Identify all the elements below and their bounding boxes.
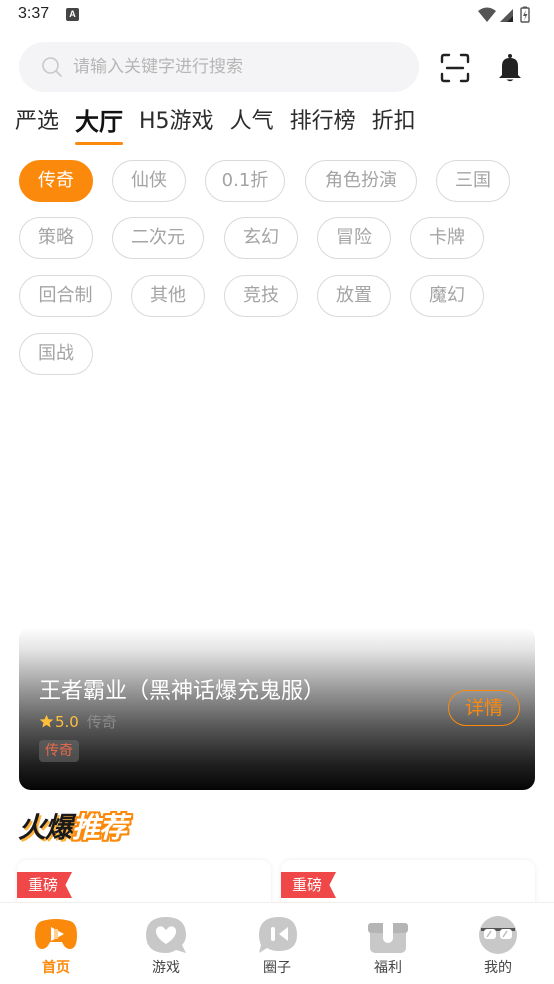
detail-button[interactable]: 详情: [448, 690, 520, 726]
featured-badge: 重磅: [17, 872, 73, 898]
category-chip[interactable]: 传奇: [19, 160, 93, 202]
tab-ranking[interactable]: 排行榜: [290, 106, 356, 142]
nav-mine[interactable]: 我的: [458, 903, 538, 984]
notification-a-icon: A: [66, 8, 79, 21]
category-chip[interactable]: 仙侠: [112, 160, 186, 202]
nav-welfare[interactable]: 福利: [348, 903, 428, 984]
featured-game-banner[interactable]: 王者霸业（黑神话爆充鬼服） 5.0 传奇 传奇 详情: [19, 627, 535, 790]
featured-category: 传奇: [86, 713, 117, 731]
top-tabs: 严选 大厅 H5游戏 人气 排行榜 折扣: [15, 106, 432, 146]
signal-icon: [500, 9, 513, 22]
star-icon: [39, 714, 54, 728]
hot-title-part2: 推荐: [72, 811, 127, 844]
wifi-icon: [478, 7, 496, 22]
nav-label: 游戏: [152, 960, 180, 976]
category-chip[interactable]: 角色扮演: [305, 160, 417, 202]
tab-yanxuan[interactable]: 严选: [15, 106, 59, 142]
search-box[interactable]: [19, 42, 419, 92]
nav-label: 圈子: [263, 960, 291, 976]
category-chip[interactable]: 魔幻: [410, 275, 484, 317]
search-input[interactable]: [73, 42, 403, 92]
nav-label: 福利: [374, 960, 402, 976]
category-chip[interactable]: 冒险: [317, 217, 391, 259]
category-chip[interactable]: 策略: [19, 217, 93, 259]
bell-icon[interactable]: [496, 53, 524, 83]
status-indicators: [478, 6, 530, 23]
status-bar: 3:37 A: [0, 0, 554, 30]
hot-title-part1: 火爆: [18, 811, 73, 844]
rating-value: 5.0: [55, 712, 79, 731]
search-icon: [42, 57, 62, 77]
tab-h5-games[interactable]: H5游戏: [139, 106, 214, 142]
category-chip[interactable]: 卡牌: [410, 217, 484, 259]
bottom-nav: 首页 游戏 圈子 福利 我的: [0, 902, 554, 984]
category-chip[interactable]: 0.1折: [205, 160, 285, 202]
hot-recommend-title: 火爆推荐: [18, 806, 127, 846]
featured-tag: 传奇: [39, 740, 79, 762]
category-chip[interactable]: 回合制: [19, 275, 112, 317]
heart-bubble-icon: [146, 917, 186, 953]
nav-home[interactable]: 首页: [16, 903, 96, 984]
status-time: 3:37: [18, 5, 50, 22]
tab-dating[interactable]: 大厅: [75, 106, 124, 145]
gamepad-icon: [35, 919, 77, 949]
category-chip[interactable]: 二次元: [112, 217, 204, 259]
scan-icon[interactable]: [440, 53, 470, 83]
sunglasses-face-icon: [479, 916, 517, 954]
featured-game-title: 王者霸业（黑神话爆充鬼服）: [39, 679, 326, 704]
nav-label: 我的: [484, 960, 512, 976]
tab-discount[interactable]: 折扣: [372, 106, 416, 142]
featured-rating: 5.0 传奇: [39, 711, 117, 732]
category-chip[interactable]: 玄幻: [224, 217, 298, 259]
nav-circle[interactable]: 圈子: [237, 903, 317, 984]
category-chip[interactable]: 其他: [131, 275, 205, 317]
category-chip[interactable]: 放置: [317, 275, 391, 317]
category-chip[interactable]: 三国: [436, 160, 510, 202]
nav-games[interactable]: 游戏: [126, 903, 206, 984]
battery-icon: [520, 6, 530, 23]
tab-popular[interactable]: 人气: [230, 106, 274, 142]
category-chip[interactable]: 国战: [19, 333, 93, 375]
gift-icon: [368, 919, 408, 953]
featured-badge: 重磅: [281, 872, 337, 898]
nav-label: 首页: [42, 960, 70, 976]
category-chip[interactable]: 竞技: [224, 275, 298, 317]
chat-bubble-icon: [259, 917, 297, 953]
